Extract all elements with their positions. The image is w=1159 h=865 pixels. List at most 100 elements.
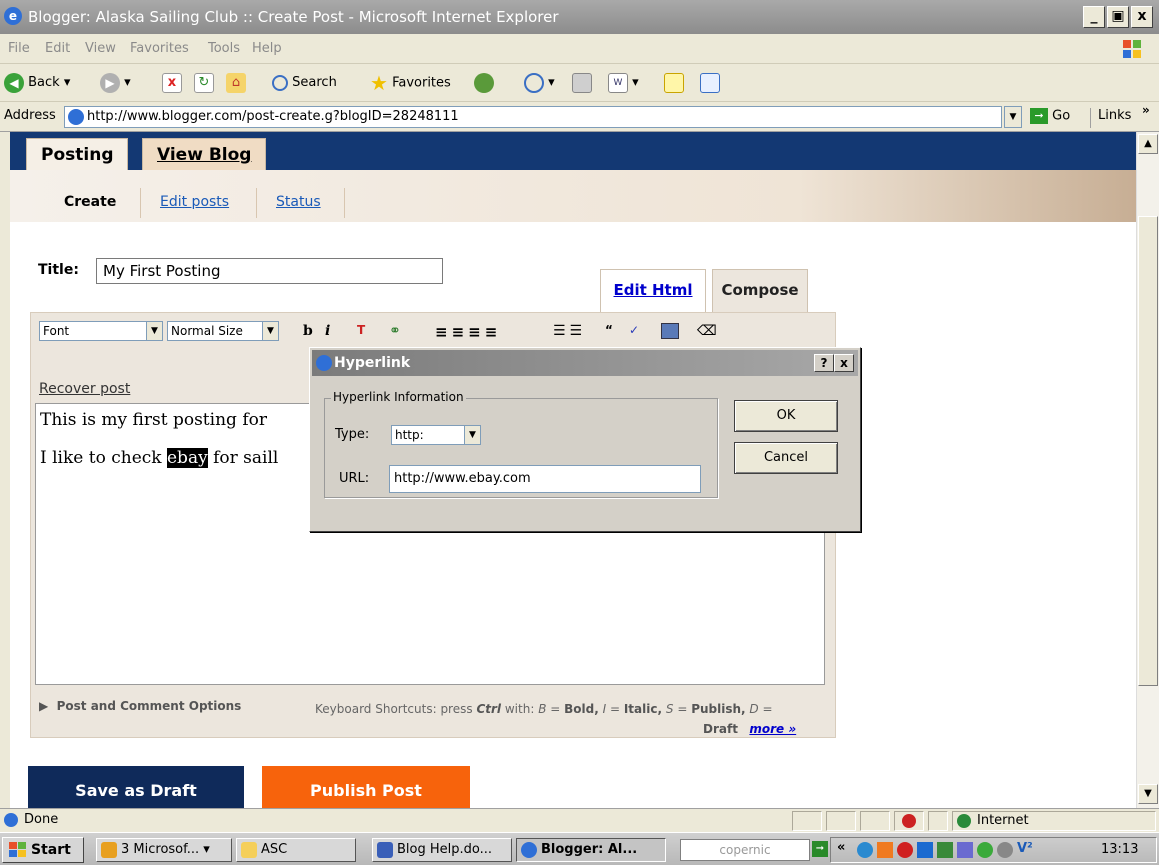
dialog-title-bar[interactable]: Hyperlink ? x: [312, 350, 858, 376]
url-input[interactable]: http://www.ebay.com: [389, 465, 701, 493]
post-title-input[interactable]: My First Posting: [96, 258, 443, 284]
history-button[interactable]: [474, 72, 494, 94]
menu-favorites[interactable]: Favorites: [130, 41, 189, 56]
menu-tools[interactable]: Tools: [208, 41, 240, 56]
menu-edit[interactable]: Edit: [45, 41, 70, 56]
task-label: Blog Help.do...: [397, 842, 493, 857]
list-icons[interactable]: ☰☰: [553, 323, 586, 339]
globe-icon: [957, 814, 971, 828]
recover-post-link[interactable]: Recover post: [39, 381, 130, 397]
menu-file[interactable]: File: [8, 41, 30, 56]
task-label: ASC: [261, 842, 288, 857]
close-button[interactable]: x: [1131, 6, 1153, 28]
shortcut-key: B: [538, 702, 547, 716]
body-text: I like to check: [40, 448, 167, 468]
scroll-thumb[interactable]: [1138, 216, 1158, 686]
scroll-up-icon[interactable]: ▲: [1138, 134, 1158, 154]
start-button[interactable]: Start: [2, 837, 84, 863]
zone-label: Internet: [977, 813, 1029, 828]
status-panel: [792, 811, 822, 831]
links-chevron-icon[interactable]: »: [1142, 103, 1150, 117]
taskbar-item-microsoft[interactable]: 3 Microsof... ▾: [96, 838, 232, 862]
search-button[interactable]: Search: [272, 72, 337, 94]
tab-posting[interactable]: Posting: [26, 138, 129, 170]
size-select[interactable]: Normal Size ▼: [167, 321, 279, 341]
vc-tray-icon[interactable]: V²: [1017, 841, 1033, 856]
subnav-create[interactable]: Create: [64, 194, 116, 210]
stop-icon: x: [162, 72, 182, 93]
taskbar-item-blogger[interactable]: Blogger: Al...: [516, 838, 666, 862]
dialog-close-button[interactable]: x: [834, 354, 854, 372]
word-edit-icon: W: [608, 72, 628, 93]
font-select[interactable]: Font ▼: [39, 321, 163, 341]
tray-app-icon[interactable]: [957, 842, 973, 858]
go-button[interactable]: ➞ Go: [1030, 108, 1070, 124]
shortcuts-text: Keyboard Shortcuts: press: [315, 702, 473, 716]
subnav-status[interactable]: Status: [276, 194, 321, 210]
copernic-search-input[interactable]: copernic: [680, 839, 810, 861]
edit-button[interactable]: W ▾: [608, 72, 639, 94]
window-title-bar[interactable]: e Blogger: Alaska Sailing Club :: Create…: [0, 0, 1159, 34]
stop-button[interactable]: x: [162, 72, 182, 94]
blockquote-icon[interactable]: “: [605, 323, 613, 337]
vertical-scrollbar[interactable]: ▲ ▼: [1136, 132, 1159, 808]
shortcut-label: Publish,: [691, 702, 746, 716]
volume-icon[interactable]: [997, 842, 1013, 858]
taskbar-item-blog-help[interactable]: Blog Help.do...: [372, 838, 512, 862]
align-icons[interactable]: ≡≡≡≡: [435, 323, 501, 341]
mail-button[interactable]: ▾: [524, 72, 555, 94]
tab-view-blog[interactable]: View Blog: [142, 138, 267, 170]
tray-app-icon[interactable]: [937, 842, 953, 858]
scroll-down-icon[interactable]: ▼: [1138, 784, 1158, 804]
messenger-button[interactable]: [700, 72, 720, 94]
network-icon[interactable]: [857, 842, 873, 858]
refresh-button[interactable]: ↻: [194, 72, 214, 94]
discuss-button[interactable]: [664, 72, 684, 94]
post-options-toggle[interactable]: ▶ Post and Comment Options: [39, 699, 241, 713]
taskbar-item-asc[interactable]: ASC: [236, 838, 356, 862]
bold-icon[interactable]: b: [303, 323, 313, 339]
tab-edit-html[interactable]: Edit Html: [600, 269, 706, 313]
mail-dropdown-icon[interactable]: ▾: [548, 75, 555, 90]
edit-dropdown-icon[interactable]: ▾: [632, 75, 639, 90]
tray-app-icon[interactable]: [917, 842, 933, 858]
taskbar: Start 3 Microsof... ▾ ASC Blog Help.do..…: [0, 832, 1159, 865]
ok-button[interactable]: OK: [734, 400, 838, 432]
popup-blocked-icon[interactable]: [902, 814, 916, 828]
link-icon[interactable]: ⚭: [389, 323, 401, 339]
security-icon[interactable]: [897, 842, 913, 858]
back-button[interactable]: ◀ Back ▾: [4, 72, 70, 94]
selected-text: ebay: [167, 448, 208, 468]
tray-app-icon[interactable]: [977, 842, 993, 858]
favorites-button[interactable]: ★ Favorites: [370, 72, 451, 94]
save-draft-button[interactable]: Save as Draft: [28, 766, 244, 808]
home-button[interactable]: ⌂: [226, 72, 246, 94]
sub-navigation: Create Edit posts Status: [10, 170, 1136, 222]
dialog-help-button[interactable]: ?: [814, 354, 834, 372]
tab-compose[interactable]: Compose: [712, 269, 808, 313]
tray-expand-icon[interactable]: «: [837, 840, 845, 855]
subnav-edit-posts[interactable]: Edit posts: [160, 194, 229, 210]
menu-view[interactable]: View: [85, 41, 116, 56]
address-input[interactable]: http://www.blogger.com/post-create.g?blo…: [64, 106, 1002, 128]
eraser-icon[interactable]: ⌫: [697, 323, 717, 339]
maximize-button[interactable]: ▣: [1107, 6, 1129, 28]
back-dropdown-icon[interactable]: ▾: [64, 75, 71, 90]
italic-icon[interactable]: i: [325, 323, 330, 339]
print-button[interactable]: [572, 72, 592, 94]
search-go-icon[interactable]: ➞: [812, 841, 828, 857]
text-color-icon[interactable]: T: [357, 323, 365, 337]
image-icon[interactable]: [661, 323, 679, 339]
clock-app-icon[interactable]: [877, 842, 893, 858]
more-shortcuts-link[interactable]: more »: [749, 722, 796, 736]
cancel-button[interactable]: Cancel: [734, 442, 838, 474]
address-dropdown-icon[interactable]: ▼: [1004, 106, 1022, 128]
minimize-button[interactable]: _: [1083, 6, 1105, 28]
link-type-select[interactable]: http: ▼: [391, 425, 481, 445]
menu-help[interactable]: Help: [252, 41, 282, 56]
links-button[interactable]: Links: [1098, 108, 1131, 123]
spellcheck-icon[interactable]: ✓: [629, 323, 639, 337]
publish-post-button[interactable]: Publish Post: [262, 766, 470, 808]
forward-dropdown-icon[interactable]: ▾: [124, 75, 131, 90]
forward-button[interactable]: ▶ ▾: [100, 72, 131, 94]
